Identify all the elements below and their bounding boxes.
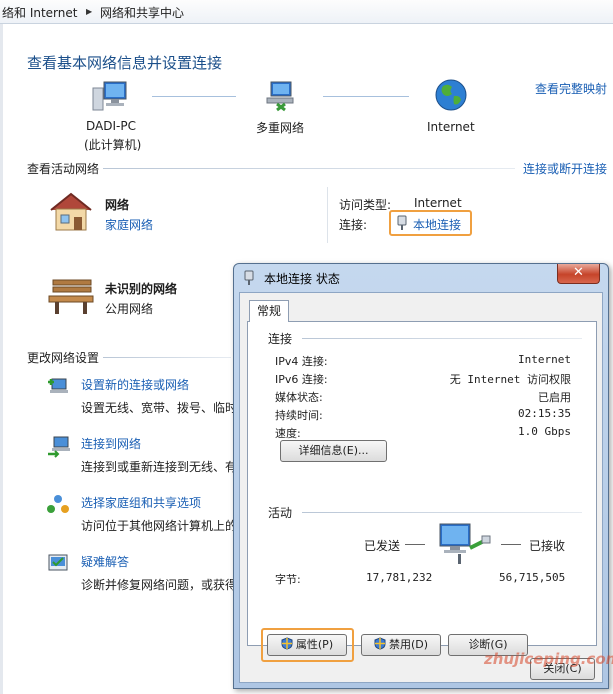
- homegroup-sharing-link[interactable]: 选择家庭组和共享选项: [81, 494, 201, 511]
- public-network-bench-icon: [47, 276, 95, 316]
- general-tab-page: 连接 IPv4 连接: Internet IPv6 连接: 无 Internet…: [247, 321, 597, 662]
- dialog-body: 连接 IPv4 连接: Internet IPv6 连接: 无 Internet…: [239, 292, 603, 683]
- map-node-label: DADI-PC: [86, 119, 136, 133]
- received-line: [501, 544, 521, 545]
- access-type-value: Internet: [414, 196, 462, 210]
- media-state-value: 已启用: [538, 391, 571, 404]
- internet-globe-icon: [434, 78, 468, 112]
- change-settings-title: 更改网络设置: [27, 351, 100, 365]
- network-sharing-center-window: 络和 Internet ▶ 网络和共享中心 查看基本网络信息并设置连接 查看完整…: [0, 0, 613, 694]
- details-button[interactable]: 详细信息(E)...: [280, 440, 387, 462]
- left-frame-edge: [0, 24, 3, 694]
- bytes-label: 字节:: [275, 573, 301, 586]
- ethernet-plug-icon: [244, 270, 254, 286]
- task-description: 诊断并修复网络问题，或获得: [81, 578, 238, 592]
- home-network-icon: [47, 190, 95, 232]
- network-name: 未识别的网络: [105, 282, 178, 296]
- group-divider: [302, 338, 582, 339]
- properties-button-label: 属性(P): [295, 638, 334, 651]
- view-full-map-link[interactable]: 查看完整映射: [535, 80, 607, 97]
- breadcrumb: 络和 Internet ▶ 网络和共享中心: [0, 0, 613, 24]
- uac-shield-icon: [281, 637, 293, 650]
- bytes-sent-value: 17,781,232: [366, 571, 433, 584]
- setup-new-connection-link[interactable]: 设置新的连接或网络: [81, 376, 189, 393]
- ipv6-label: IPv6 连接:: [275, 373, 328, 386]
- dialog-title: 本地连接 状态: [264, 272, 340, 286]
- uac-shield-icon: [374, 637, 386, 650]
- watermark: zhujiceping.com: [484, 650, 613, 668]
- properties-button[interactable]: 属性(P): [267, 634, 347, 656]
- home-network-type-link[interactable]: 家庭网络: [105, 216, 153, 233]
- close-icon[interactable]: ✕: [557, 264, 600, 284]
- received-label: 已接收: [529, 539, 566, 553]
- connection-group-label: 连接: [268, 332, 293, 346]
- connect-network-icon: [46, 434, 70, 458]
- homegroup-icon: [46, 493, 70, 517]
- group-divider: [302, 512, 582, 513]
- network-type: 公用网络: [105, 302, 154, 316]
- connect-to-network-link[interactable]: 连接到网络: [81, 435, 141, 452]
- speed-label: 速度:: [275, 427, 301, 440]
- page-title: 查看基本网络信息并设置连接: [27, 54, 223, 72]
- breadcrumb-network-internet[interactable]: 络和 Internet: [2, 4, 77, 21]
- breadcrumb-sharing-center[interactable]: 网络和共享中心: [100, 4, 184, 21]
- section-divider: [103, 357, 231, 358]
- activity-group-label: 活动: [268, 506, 293, 520]
- active-networks-title: 查看活动网络: [27, 162, 100, 176]
- map-node-sublabel: (此计算机): [84, 138, 142, 152]
- new-connection-icon: [46, 374, 70, 398]
- ipv4-value: Internet: [518, 353, 571, 366]
- multiple-networks-icon: [263, 80, 299, 112]
- sent-label: 已发送: [364, 539, 401, 553]
- duration-value: 02:15:35: [518, 407, 571, 420]
- tab-general[interactable]: 常规: [249, 300, 289, 322]
- column-divider: [327, 187, 328, 243]
- computer-icon: [92, 80, 128, 112]
- troubleshoot-link[interactable]: 疑难解答: [81, 553, 129, 570]
- bytes-received-value: 56,715,505: [499, 571, 566, 584]
- network-activity-icon: [436, 522, 492, 566]
- local-connection-status-dialog: 本地连接 状态 ✕ 连接 IPv4 连接: Internet IPv6 连接: …: [233, 263, 609, 689]
- media-state-label: 媒体状态:: [275, 391, 323, 404]
- troubleshoot-icon: [46, 552, 70, 576]
- speed-value: 1.0 Gbps: [518, 425, 571, 438]
- network-name: 网络: [105, 198, 130, 212]
- breadcrumb-separator-icon[interactable]: ▶: [86, 7, 92, 16]
- disable-button-label: 禁用(D): [388, 638, 429, 651]
- map-link-line: [152, 96, 236, 97]
- disable-button[interactable]: 禁用(D): [361, 634, 441, 656]
- connection-label: 连接:: [339, 218, 368, 232]
- map-node-label: Internet: [427, 120, 475, 134]
- section-divider: [103, 168, 515, 169]
- sent-line: [405, 544, 425, 545]
- connect-disconnect-link[interactable]: 连接或断开连接: [523, 160, 607, 177]
- task-description: 访问位于其他网络计算机上的: [81, 519, 238, 533]
- ipv6-value: 无 Internet 访问权限: [449, 373, 571, 386]
- map-link-line: [323, 96, 409, 97]
- ethernet-plug-icon: [397, 215, 407, 231]
- task-description: 设置无线、宽带、拨号、临时: [81, 401, 238, 415]
- map-node-label: 多重网络: [256, 121, 305, 135]
- ipv4-label: IPv4 连接:: [275, 355, 328, 368]
- duration-label: 持续时间:: [275, 409, 323, 422]
- local-connection-link[interactable]: 本地连接: [413, 216, 461, 233]
- access-type-label: 访问类型:: [339, 198, 392, 212]
- task-description: 连接到或重新连接到无线、有: [81, 460, 238, 474]
